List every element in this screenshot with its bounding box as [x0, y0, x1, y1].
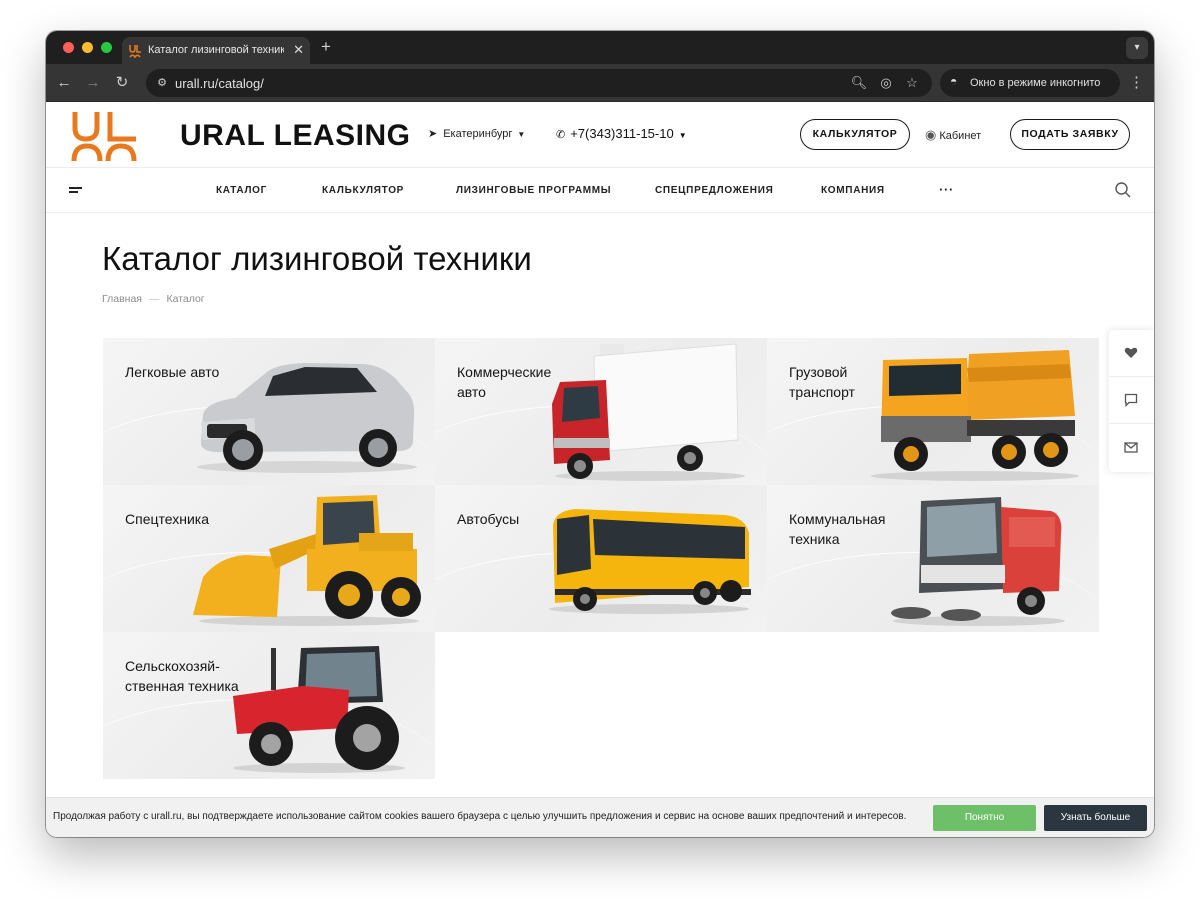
car-icon [197, 363, 417, 473]
minimize-window-button[interactable] [82, 42, 93, 53]
calculator-button[interactable]: КАЛЬКУЛЯТОР [800, 119, 910, 150]
menu-more-icon[interactable]: ··· [939, 182, 954, 197]
brand-name[interactable]: URAL LEASING [180, 119, 410, 153]
phone-icon: ✆ [556, 129, 566, 141]
menu-item-company[interactable]: КОМПАНИЯ [821, 185, 885, 196]
incognito-icon: ◓ [950, 74, 958, 88]
wheel-loader-icon [193, 495, 421, 626]
chat-button[interactable] [1109, 377, 1154, 424]
tab-title: Каталог лизинговой техники [148, 44, 284, 56]
catalog-card-passenger[interactable]: Легковые авто [103, 338, 435, 485]
window-controls [63, 42, 112, 53]
phone-selector[interactable]: ✆ +7(343)311-15-10 ▼ [556, 126, 687, 141]
street-sweeper-icon [891, 497, 1065, 626]
cookie-text: Продолжая работу с urall.ru, вы подтверж… [53, 811, 907, 822]
screen: Каталог лизинговой техники ✕ + ▾ ← → ↻ ⚙… [0, 0, 1200, 898]
phone-number: +7(343)311-15-10 [570, 126, 674, 141]
catalog-card-title: Сельскохозяй-ственная техника [125, 658, 239, 694]
reload-icon[interactable]: ↻ [112, 73, 132, 93]
active-tab[interactable]: Каталог лизинговой техники ✕ [122, 37, 310, 64]
favorites-button[interactable] [1109, 330, 1154, 377]
url-text[interactable]: urall.ru/catalog/ [175, 76, 264, 91]
browser-toolbar: ← → ↻ ⚙ urall.ru/catalog/ 🔍︎ ◎ ☆ ◓ Окно … [46, 64, 1154, 102]
heart-icon [1124, 347, 1138, 358]
page-title: Каталог лизинговой техники [102, 240, 532, 277]
chevron-down-icon: ▼ [517, 130, 526, 139]
breadcrumb-separator: — [148, 293, 160, 305]
cabinet-link[interactable]: ◉ Кабинет [925, 127, 981, 143]
menu-item-leasing-programs[interactable]: ЛИЗИНГОВЫЕ ПРОГРАММЫ [456, 185, 611, 196]
site-settings-icon[interactable]: ⚙ [152, 73, 172, 93]
incognito-indicator[interactable]: ◓ Окно в режиме инкогнито [940, 69, 1120, 97]
tractor-icon [233, 646, 405, 773]
favicon-icon [129, 45, 141, 58]
breadcrumb-current: Каталог [166, 293, 205, 305]
hamburger-menu-icon[interactable] [69, 187, 82, 196]
side-actions-panel [1109, 330, 1154, 472]
cookie-learn-more-button[interactable]: Узнать больше [1044, 805, 1147, 831]
mail-button[interactable] [1109, 424, 1154, 471]
close-window-button[interactable] [63, 42, 74, 53]
web-page: URAL LEASING ➤ Екатеринбург ▼ ✆ +7(343)311-… [46, 102, 1154, 837]
breadcrumb-home[interactable]: Главная [102, 293, 142, 305]
catalog-card-buses[interactable]: Автобусы [435, 485, 767, 632]
site-header: URAL LEASING ➤ Екатеринбург ▼ ✆ +7(343)311-… [46, 102, 1154, 168]
maximize-window-button[interactable] [101, 42, 112, 53]
browser-window: Каталог лизинговой техники ✕ + ▾ ← → ↻ ⚙… [46, 31, 1154, 837]
user-icon: ◉ [925, 127, 937, 142]
catalog-card-commercial[interactable]: Коммерческие авто [435, 338, 767, 485]
catalog-card-municipal[interactable]: Коммунальная техника [767, 485, 1099, 632]
city-selector[interactable]: ➤ Екатеринбург ▼ [428, 127, 525, 140]
address-bar[interactable]: ⚙ urall.ru/catalog/ 🔍︎ ◎ ☆ [146, 69, 932, 97]
tracking-protection-eye-icon[interactable]: ◎ [877, 74, 895, 92]
catalog-grid: Легковые авто Коммерческие авто Грузовой… [103, 338, 1099, 780]
bus-icon [549, 509, 751, 614]
cookie-accept-button[interactable]: Понятно [933, 805, 1036, 831]
browser-menu-icon[interactable]: ⋮ [1129, 73, 1144, 93]
tab-close-icon[interactable]: ✕ [293, 42, 304, 58]
apply-button[interactable]: ПОДАТЬ ЗАЯВКУ [1010, 119, 1130, 150]
catalog-card-special[interactable]: Спецтехника [103, 485, 435, 632]
cookie-banner: Продолжая работу с urall.ru, вы подтверж… [46, 797, 1154, 837]
chevron-down-icon: ▼ [678, 131, 687, 140]
van-truck-icon [552, 343, 745, 481]
tab-search-chevron-icon[interactable]: ▾ [1126, 37, 1148, 59]
back-arrow-icon[interactable]: ← [54, 73, 74, 93]
menu-item-catalog[interactable]: КАТАЛОГ [216, 185, 267, 196]
catalog-card-trucks[interactable]: Грузовой транспорт [767, 338, 1099, 485]
forward-arrow-icon[interactable]: → [83, 73, 103, 93]
catalog-card-agricultural[interactable]: Сельскохозяй-ственная техника [103, 632, 435, 779]
new-tab-icon[interactable]: + [321, 37, 331, 57]
ural-leasing-logo-icon[interactable] [70, 108, 140, 162]
mail-icon [1124, 442, 1138, 453]
tab-strip: Каталог лизинговой техники ✕ + ▾ [46, 31, 1154, 64]
location-arrow-icon: ➤ [428, 128, 438, 140]
dump-truck-icon [871, 350, 1079, 481]
chat-icon [1124, 393, 1138, 407]
zoom-icon[interactable]: 🔍︎ [850, 74, 868, 92]
menu-item-special-offers[interactable]: СПЕЦПРЕДЛОЖЕНИЯ [655, 185, 774, 196]
menu-item-calculator[interactable]: КАЛЬКУЛЯТОР [322, 185, 404, 196]
breadcrumb: Главная — Каталог [102, 293, 205, 305]
city-label: Екатеринбург [443, 128, 513, 140]
incognito-label: Окно в режиме инкогнито [970, 77, 1101, 89]
search-icon[interactable] [1114, 181, 1132, 199]
bookmark-star-icon[interactable]: ☆ [903, 74, 921, 92]
cabinet-label: Кабинет [939, 130, 982, 142]
main-menu: КАТАЛОГ КАЛЬКУЛЯТОР ЛИЗИНГОВЫЕ ПРОГРАММЫ… [46, 168, 1154, 213]
